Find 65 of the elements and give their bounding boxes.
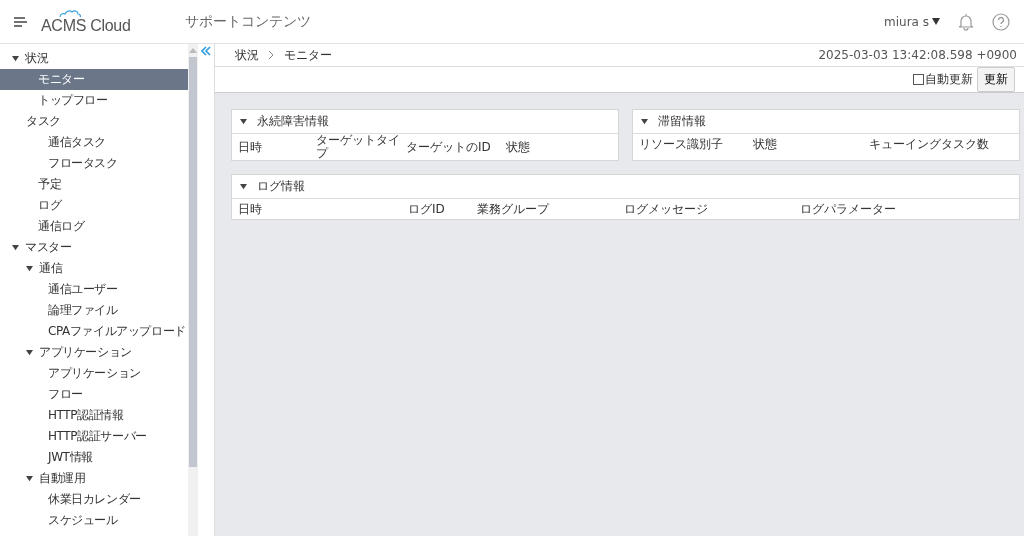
user-menu[interactable]: miura s <box>884 14 940 29</box>
column-header: 業務グループ <box>477 202 551 216</box>
panel-header[interactable]: 永続障害情報 <box>232 110 618 134</box>
tree-item[interactable]: 休業日カレンダー <box>0 489 188 510</box>
caret-down-icon <box>932 18 940 25</box>
tree-item[interactable]: JWT情報 <box>0 447 188 468</box>
tree-item[interactable]: トップフロー <box>0 90 188 111</box>
caret-down-icon <box>26 475 33 482</box>
column-header: ログパラメーター <box>800 202 897 216</box>
breadcrumb-item[interactable]: モニター <box>284 46 332 64</box>
tree-item[interactable]: マスター <box>0 237 188 258</box>
breadcrumb-item[interactable]: 状況 <box>235 46 259 64</box>
tree-item[interactable]: 通信ログ <box>0 216 188 237</box>
caret-down-icon <box>12 55 19 62</box>
auto-refresh-checkbox[interactable]: 自動更新 <box>913 71 973 88</box>
panel-header[interactable]: ログ情報 <box>232 175 1019 199</box>
tree-item[interactable]: 論理ファイル <box>0 300 188 321</box>
tree-item[interactable]: ログ <box>0 195 188 216</box>
column-header: ターゲットタイプ <box>316 134 401 160</box>
panel-header[interactable]: 滞留情報 <box>633 110 1019 134</box>
refresh-button[interactable]: 更新 <box>977 67 1015 92</box>
chevron-right-icon <box>269 51 274 59</box>
caret-down-icon <box>240 183 247 190</box>
checkbox-label: 自動更新 <box>925 71 973 88</box>
tree-item[interactable]: 通信タスク <box>0 132 188 153</box>
tree-item[interactable]: タスク <box>0 111 188 132</box>
column-header: リソース識別子 <box>639 137 724 151</box>
tree-item[interactable]: アプリケーション <box>0 342 188 363</box>
column-header: 日時 <box>238 140 263 154</box>
column-header: 状態 <box>753 137 778 151</box>
column-header: ログメッセージ <box>624 202 709 216</box>
column-header: ターゲットのID <box>406 140 492 154</box>
column-header: 日時 <box>238 202 263 216</box>
timestamp: 2025-03-03 13:42:08.598 +0900 <box>818 48 1017 62</box>
tree-item[interactable]: フロー <box>0 384 188 405</box>
tree-item[interactable]: 自動運用 <box>0 468 188 489</box>
caret-down-icon <box>26 265 33 272</box>
page-title: サポートコンテンツ <box>185 12 311 31</box>
tree-item[interactable]: 通信 <box>0 258 188 279</box>
tree-item[interactable]: 予定 <box>0 174 188 195</box>
bell-icon[interactable] <box>958 12 974 31</box>
tree-item[interactable]: モニター <box>0 69 188 90</box>
scroll-up-icon[interactable] <box>189 48 197 53</box>
double-chevron-left-icon[interactable] <box>201 46 211 56</box>
tree-item[interactable]: 通信ユーザー <box>0 279 188 300</box>
caret-down-icon <box>641 118 648 125</box>
caret-down-icon <box>240 118 247 125</box>
cloud-icon <box>59 9 81 18</box>
caret-down-icon <box>26 349 33 356</box>
menu-icon[interactable] <box>14 16 27 27</box>
tree-item[interactable]: フロータスク <box>0 153 188 174</box>
tree-item[interactable]: HTTP認証情報 <box>0 405 188 426</box>
tree-item[interactable]: CPAファイルアップロード <box>0 321 188 342</box>
column-header: キューイングタスク数 <box>869 137 990 151</box>
tree-item[interactable]: HTTP認証サーバー <box>0 426 188 447</box>
logo-text: ACMS Cloud <box>41 18 131 34</box>
help-icon[interactable] <box>992 12 1010 31</box>
column-header: 状態 <box>506 140 531 154</box>
tree-item[interactable]: 状況 <box>0 48 188 69</box>
column-header: ログID <box>408 202 446 216</box>
checkbox[interactable] <box>913 74 924 85</box>
caret-down-icon <box>12 244 19 251</box>
tree-item[interactable]: スケジュール <box>0 510 188 531</box>
tree-item[interactable]: アプリケーション <box>0 363 188 384</box>
scrollbar[interactable] <box>188 44 198 536</box>
